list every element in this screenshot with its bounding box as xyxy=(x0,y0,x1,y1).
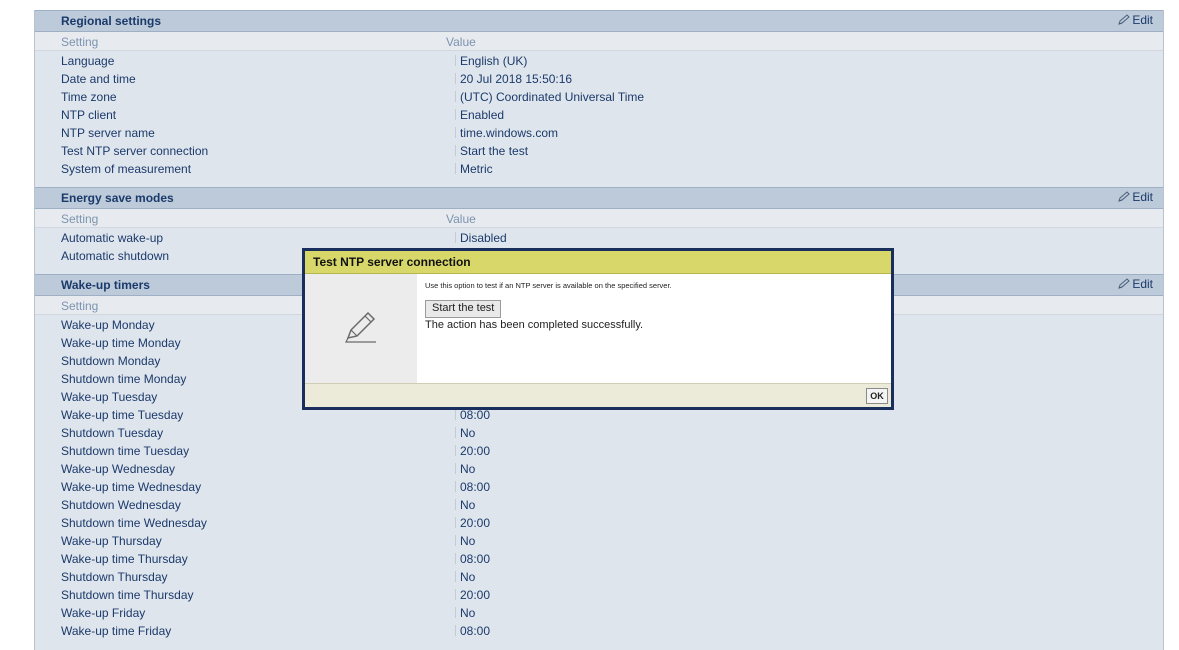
setting-row: Wake-up time Thursday 08:00 xyxy=(35,549,1163,567)
setting-row: Language English (UK) xyxy=(35,51,1163,69)
setting-label: Shutdown Thursday xyxy=(61,570,168,584)
setting-label: Shutdown time Tuesday xyxy=(61,444,190,458)
col-setting: Setting xyxy=(61,35,99,49)
dialog-description: Use this option to test if an NTP server… xyxy=(425,281,672,290)
setting-row: Shutdown time Tuesday 20:00 xyxy=(35,441,1163,459)
dialog-title: Test NTP server connection xyxy=(305,251,891,274)
setting-label: Wake-up time Wednesday xyxy=(61,480,202,494)
edit-button-wakeup[interactable]: Edit xyxy=(1117,277,1153,291)
setting-label: NTP client xyxy=(61,108,117,122)
setting-row: Time zone (UTC) Coordinated Universal Tim… xyxy=(35,87,1163,105)
setting-value: (UTC) Coordinated Universal Time xyxy=(455,90,644,104)
setting-label: Test NTP server connection xyxy=(61,144,209,158)
setting-row: Shutdown time Thursday 20:00 xyxy=(35,585,1163,603)
test-result-message: The action has been completed successful… xyxy=(425,319,644,331)
setting-label: Wake-up time Tuesday xyxy=(61,408,184,422)
section-title: Energy save modes xyxy=(61,191,174,205)
ok-button[interactable]: OK xyxy=(866,388,888,404)
setting-value: No xyxy=(455,570,475,584)
edit-label: Edit xyxy=(1132,13,1153,27)
dialog-footer: OK xyxy=(305,383,891,407)
setting-row: NTP client Enabled xyxy=(35,105,1163,123)
setting-value: 08:00 xyxy=(455,552,490,566)
setting-value: No xyxy=(455,426,475,440)
setting-label: Shutdown Monday xyxy=(61,354,161,368)
col-setting: Setting xyxy=(61,212,99,226)
setting-row: Shutdown Thursday No xyxy=(35,567,1163,585)
setting-label: Shutdown time Wednesday xyxy=(61,516,207,530)
setting-value: Enabled xyxy=(455,108,504,122)
setting-row: Shutdown Wednesday No xyxy=(35,495,1163,513)
setting-value: Disabled xyxy=(455,231,507,245)
setting-value: No xyxy=(455,534,475,548)
dialog-content: Use this option to test if an NTP server… xyxy=(417,274,891,384)
setting-row: Date and time 20 Jul 2018 15:50:16 xyxy=(35,69,1163,87)
setting-row: System of measurement Metric xyxy=(35,159,1163,177)
setting-value: 20:00 xyxy=(455,444,490,458)
setting-label: Wake-up time Monday xyxy=(61,336,181,350)
setting-label: NTP server name xyxy=(61,126,155,140)
setting-label: Wake-up Friday xyxy=(61,606,146,620)
setting-row: Wake-up Thursday No xyxy=(35,531,1163,549)
column-header: Setting Value xyxy=(35,32,1163,51)
pencil-icon xyxy=(1118,191,1131,202)
setting-label: Time zone xyxy=(61,90,117,104)
setting-row: Test NTP server connection Start the test xyxy=(35,141,1163,159)
dialog-icon-pane xyxy=(305,274,417,384)
setting-row: NTP server name time.windows.com xyxy=(35,123,1163,141)
setting-label: Wake-up Wednesday xyxy=(61,462,176,476)
setting-row: Wake-up time Wednesday 08:00 xyxy=(35,477,1163,495)
setting-value: No xyxy=(455,462,475,476)
setting-label: Shutdown time Thursday xyxy=(61,588,194,602)
setting-row: Wake-up time Friday 08:00 xyxy=(35,621,1163,639)
setting-value: 08:00 xyxy=(455,480,490,494)
setting-label: Wake-up time Thursday xyxy=(61,552,188,566)
setting-label: Wake-up Monday xyxy=(61,318,155,332)
col-value: Value xyxy=(446,212,476,226)
setting-label: Shutdown Tuesday xyxy=(61,426,164,440)
pencil-icon xyxy=(1118,14,1131,25)
pencil-icon xyxy=(1118,278,1131,289)
setting-value: No xyxy=(455,498,475,512)
setting-value: No xyxy=(455,606,475,620)
setting-row: Shutdown time Wednesday 20:00 xyxy=(35,513,1163,531)
setting-label: Automatic wake-up xyxy=(61,231,164,245)
col-value: Value xyxy=(446,35,476,49)
section-header-regional: Regional settings Edit xyxy=(35,10,1163,32)
setting-label: Shutdown time Monday xyxy=(61,372,187,386)
col-setting: Setting xyxy=(61,299,99,313)
setting-label: Date and time xyxy=(61,72,136,86)
setting-label: Automatic shutdown xyxy=(61,249,170,263)
setting-label: System of measurement xyxy=(61,162,192,176)
setting-value: 20 Jul 2018 15:50:16 xyxy=(455,72,572,86)
setting-value: Start the test xyxy=(455,144,528,158)
setting-value: English (UK) xyxy=(455,54,527,68)
ntp-test-dialog: Test NTP server connection Use this opti… xyxy=(302,248,894,410)
setting-row: Shutdown Tuesday No xyxy=(35,423,1163,441)
edit-button-energy[interactable]: Edit xyxy=(1117,190,1153,204)
section-title: Regional settings xyxy=(61,14,162,28)
edit-label: Edit xyxy=(1132,190,1153,204)
setting-value: time.windows.com xyxy=(455,126,558,140)
setting-value: 08:00 xyxy=(455,408,490,422)
setting-value: 20:00 xyxy=(455,516,490,530)
setting-label: Wake-up Thursday xyxy=(61,534,162,548)
setting-label: Language xyxy=(61,54,115,68)
dialog-body: Use this option to test if an NTP server… xyxy=(305,274,891,384)
column-header: Setting Value xyxy=(35,209,1163,228)
setting-row: Wake-up Friday No xyxy=(35,603,1163,621)
setting-value: Metric xyxy=(455,162,493,176)
setting-row: Automatic wake-up Disabled xyxy=(35,228,1163,246)
edit-button-regional[interactable]: Edit xyxy=(1117,13,1153,27)
pencil-icon xyxy=(345,311,376,343)
setting-label: Shutdown Wednesday xyxy=(61,498,181,512)
section-title: Wake-up timers xyxy=(61,278,150,292)
section-header-energy: Energy save modes Edit xyxy=(35,187,1163,209)
setting-value: 20:00 xyxy=(455,588,490,602)
start-test-button[interactable]: Start the test xyxy=(425,300,502,318)
setting-label: Wake-up Tuesday xyxy=(61,390,158,404)
setting-row: Wake-up Wednesday No xyxy=(35,459,1163,477)
edit-label: Edit xyxy=(1132,277,1153,291)
